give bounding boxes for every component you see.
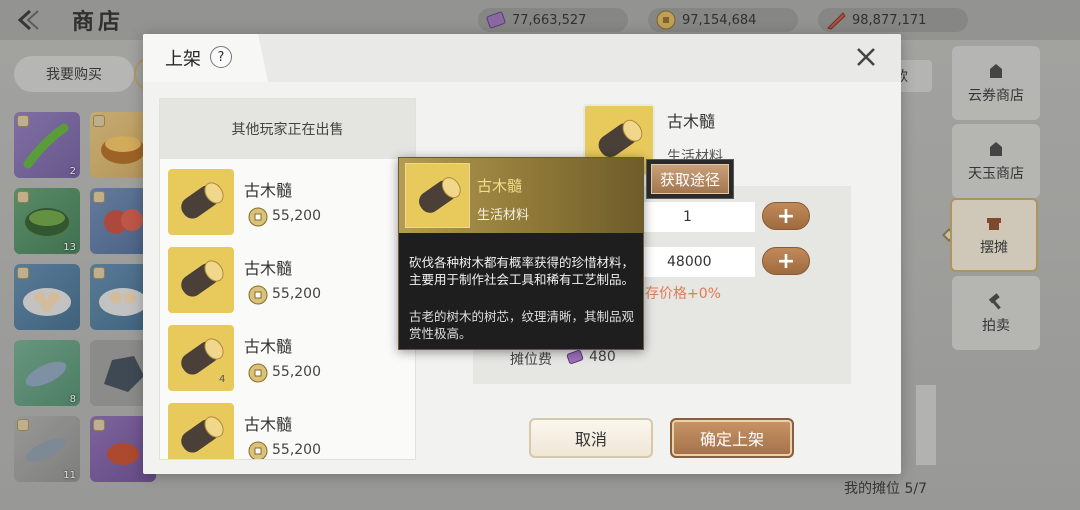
list-item[interactable]: 古木髓 55,200 [160,161,415,239]
copper-coin-icon [248,441,268,459]
tooltip-item-name: 古木髓 [477,177,523,195]
market-listing-panel[interactable]: 其他玩家正在出售 古木髓 55,200 古木髓 55,200 4 古木髓 55, [159,98,416,460]
ticket-currency-icon [566,349,584,365]
item-price: 55,200 [272,286,321,302]
tooltip-description: 砍伐各种树木都有概率获得的珍惜材料，主要用于制作社会工具和稀有工艺制品。 [409,255,635,287]
copper-coin-icon [248,207,268,227]
item-price: 55,200 [272,442,321,458]
cancel-button[interactable]: 取消 [529,418,653,458]
price-plus-button[interactable]: + [762,247,810,275]
quantity-plus-button[interactable]: + [762,202,810,230]
dialog-header-tab [143,34,268,82]
tooltip-item-thumbnail [405,163,470,228]
item-price: 55,200 [272,208,321,224]
wood-log-icon [168,403,234,459]
dialog-header: 上架 ? [143,34,901,82]
item-name: 古木髓 [244,259,293,278]
item-thumbnail [168,247,234,313]
acquisition-source-button[interactable]: 获取途径 [646,159,734,199]
wood-log-icon [168,247,234,313]
copper-coin-icon [248,285,268,305]
tooltip-lore: 古老的树木的树芯，纹理清晰，其制品观赏性极高。 [409,309,635,341]
list-item[interactable]: 古木髓 55,200 [160,395,415,459]
selected-item-name: 古木髓 [667,112,716,131]
tooltip-item-type: 生活材料 [477,208,530,223]
help-icon[interactable]: ? [210,46,232,68]
price-hint: 存价格+0% [645,286,721,302]
tooltip-header: 古木髓 生活材料 [399,158,643,233]
stall-fee-value: 480 [589,349,616,365]
item-name: 古木髓 [244,337,293,356]
wood-log-icon [406,164,469,227]
copper-coin-icon [248,363,268,383]
item-name: 古木髓 [244,415,293,434]
list-item[interactable]: 4 古木髓 55,200 [160,317,415,395]
item-name: 古木髓 [244,181,293,200]
wood-log-icon [168,169,234,235]
stall-fee-label: 摊位费 [510,352,552,368]
quantity-field[interactable]: 1 [633,202,755,232]
list-item[interactable]: 古木髓 55,200 [160,239,415,317]
item-quantity: 4 [219,374,226,385]
item-thumbnail [168,169,234,235]
close-icon[interactable] [855,46,877,68]
listing-header: 其他玩家正在出售 [160,99,415,159]
item-tooltip: 古木髓 生活材料 砍伐各种树木都有概率获得的珍惜材料，主要用于制作社会工具和稀有… [398,157,644,350]
dialog-title: 上架 [165,49,201,70]
acquisition-source-label: 获取途径 [651,164,729,194]
price-field[interactable]: 48000 [633,247,755,277]
item-thumbnail [168,403,234,459]
item-price: 55,200 [272,364,321,380]
confirm-listing-button[interactable]: 确定上架 [670,418,794,458]
